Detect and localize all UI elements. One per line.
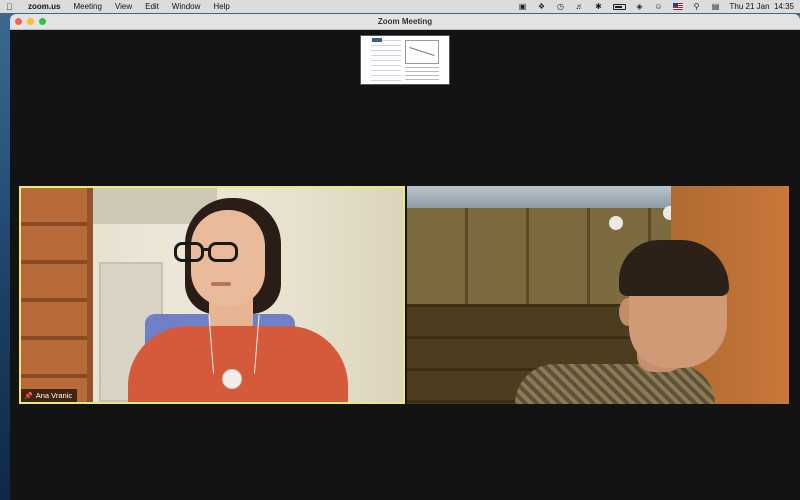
participant-body bbox=[515, 364, 715, 404]
menu-help[interactable]: Help bbox=[213, 2, 229, 11]
shared-doc-logo bbox=[372, 38, 382, 42]
search-icon[interactable]: ⚲ bbox=[692, 2, 702, 11]
video-bookshelf bbox=[21, 188, 93, 402]
battery-icon[interactable] bbox=[612, 3, 626, 10]
participant-necklace bbox=[208, 314, 260, 375]
menu-bar-tray: ▣ ❖ ◷ ♬ ✱ ◈ ☺ ⚲ ▤ Thu 21 Jan 14:35 bbox=[518, 2, 795, 11]
menu-view[interactable]: View bbox=[115, 2, 132, 11]
participant-mouth bbox=[211, 282, 231, 286]
menu-edit[interactable]: Edit bbox=[145, 2, 159, 11]
user-icon[interactable]: ☺ bbox=[654, 2, 664, 11]
menu-app-zoom[interactable]: zoom.us bbox=[28, 2, 60, 11]
pin-icon: 📌 bbox=[24, 392, 33, 400]
macos-menu-bar:  zoom.us Meeting View Edit Window Help … bbox=[0, 0, 800, 13]
wifi-icon[interactable]: ◈ bbox=[635, 2, 645, 11]
menu-window[interactable]: Window bbox=[172, 2, 200, 11]
video-ceiling-lamp bbox=[609, 216, 623, 230]
time-machine-icon[interactable]: ◷ bbox=[556, 2, 566, 11]
dropbox-icon[interactable]: ❖ bbox=[537, 2, 547, 11]
participant-pendant bbox=[222, 369, 242, 389]
shared-doc-chart bbox=[405, 40, 439, 64]
participant-glasses bbox=[171, 242, 261, 264]
volume-icon[interactable]: ♬ bbox=[575, 2, 585, 11]
zoom-meeting-window: Zoom Meeting 📌 Ana Vranic bbox=[10, 14, 800, 500]
menu-bar-clock[interactable]: Thu 21 Jan 14:35 bbox=[730, 2, 795, 11]
shared-screen-thumbnail[interactable] bbox=[360, 35, 450, 85]
control-center-icon[interactable]: ▤ bbox=[711, 2, 721, 11]
participant-name-tag: 📌 Ana Vranic bbox=[21, 389, 78, 402]
flag-icon[interactable] bbox=[672, 3, 683, 10]
shared-doc-text bbox=[405, 67, 439, 81]
bluetooth-icon[interactable]: ✱ bbox=[594, 2, 604, 11]
shared-doc-page-left bbox=[371, 40, 401, 82]
participant-video-tile-active-speaker[interactable]: 📌 Ana Vranic bbox=[19, 186, 405, 404]
participant-video-tile[interactable] bbox=[407, 186, 789, 404]
window-title-bar[interactable]: Zoom Meeting bbox=[10, 14, 800, 30]
menu-meeting[interactable]: Meeting bbox=[73, 2, 101, 11]
apple-menu-icon[interactable]:  bbox=[6, 2, 16, 12]
window-title: Zoom Meeting bbox=[377, 17, 433, 26]
zoom-icon[interactable]: ▣ bbox=[518, 2, 528, 11]
participant-name: Ana Vranic bbox=[35, 391, 73, 400]
